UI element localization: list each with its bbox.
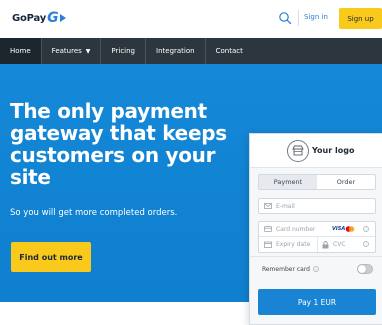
card-number-field[interactable]: Card number VISA i (259, 222, 375, 237)
logo-g-mark: G (47, 10, 59, 26)
sign-up-button[interactable]: Sign up (339, 8, 382, 29)
nav-item-integration[interactable]: Integration (146, 38, 206, 64)
chevron-down-icon: ▼ (85, 47, 91, 55)
shop-icon (292, 145, 304, 156)
nav-item-label: Home (10, 47, 31, 55)
cvc-field[interactable]: CVC (317, 240, 346, 249)
nav-item-label: Contact (215, 47, 243, 55)
nav-item-label: Pricing (111, 47, 136, 55)
sign-in-link[interactable]: Sign in (304, 13, 328, 21)
logo-wordmark: GoPay (12, 12, 47, 24)
main-nav: Home Features ▼ Pricing Integration Cont… (0, 38, 382, 69)
header-divider (298, 10, 299, 26)
expiry-field[interactable]: Expiry date (259, 241, 317, 248)
lock-icon (322, 240, 329, 248)
mail-icon (264, 203, 272, 209)
info-icon[interactable]: i (363, 226, 369, 232)
card-number-placeholder: Card number (276, 225, 316, 233)
nav-item-label: Features (51, 47, 82, 55)
toggle-knob (358, 265, 366, 273)
nav-item-contact[interactable]: Contact (206, 38, 253, 64)
pay-button[interactable]: Pay 1 EUR (258, 289, 376, 315)
search-icon[interactable] (278, 11, 292, 25)
logo-arrow-icon (59, 14, 66, 22)
expiry-cvc-row: Expiry date CVC i (259, 237, 375, 252)
merchant-logo-text: Your logo (312, 146, 355, 155)
tab-order[interactable]: Order (317, 175, 375, 189)
remember-card-row: Remember card i (258, 262, 376, 276)
remember-card-label: Remember card (262, 265, 310, 273)
card-details-group: Card number VISA i Expiry date CVC i (258, 221, 376, 253)
page: GoPay G Sign in Sign up Home Features ▼ … (0, 0, 382, 325)
site-header: GoPay G Sign in Sign up (0, 0, 382, 38)
visa-icon: VISA (332, 226, 346, 232)
email-field[interactable]: E-mail (258, 198, 376, 214)
hero-subtitle: So you will get more completed orders. (10, 208, 178, 218)
nav-item-home[interactable]: Home (0, 38, 42, 69)
cvc-placeholder: CVC (333, 241, 346, 248)
nav-item-label: Integration (156, 47, 195, 55)
merchant-logo-icon (287, 140, 309, 162)
mastercard-icon (345, 226, 355, 232)
card-icon (264, 226, 272, 232)
gopay-logo[interactable]: GoPay G (12, 11, 66, 25)
nav-item-features[interactable]: Features ▼ (42, 38, 102, 64)
payment-form-card: Your logo Payment Order E-mail Card numb… (249, 133, 382, 325)
form-divider (250, 256, 382, 257)
merchant-header: Your logo (250, 134, 382, 168)
remember-card-toggle[interactable] (357, 264, 373, 274)
info-icon[interactable]: i (313, 266, 319, 272)
field-divider (317, 237, 318, 252)
tab-payment[interactable]: Payment (259, 175, 317, 189)
find-out-more-button[interactable]: Find out more (11, 242, 91, 272)
nav-item-pricing[interactable]: Pricing (101, 38, 147, 64)
expiry-placeholder: Expiry date (276, 241, 311, 248)
info-icon[interactable]: i (363, 241, 369, 247)
hero-title: The only payment gateway that keeps cust… (10, 99, 227, 189)
email-placeholder: E-mail (276, 202, 295, 210)
payment-tabs: Payment Order (258, 174, 376, 190)
calendar-icon (264, 241, 272, 248)
